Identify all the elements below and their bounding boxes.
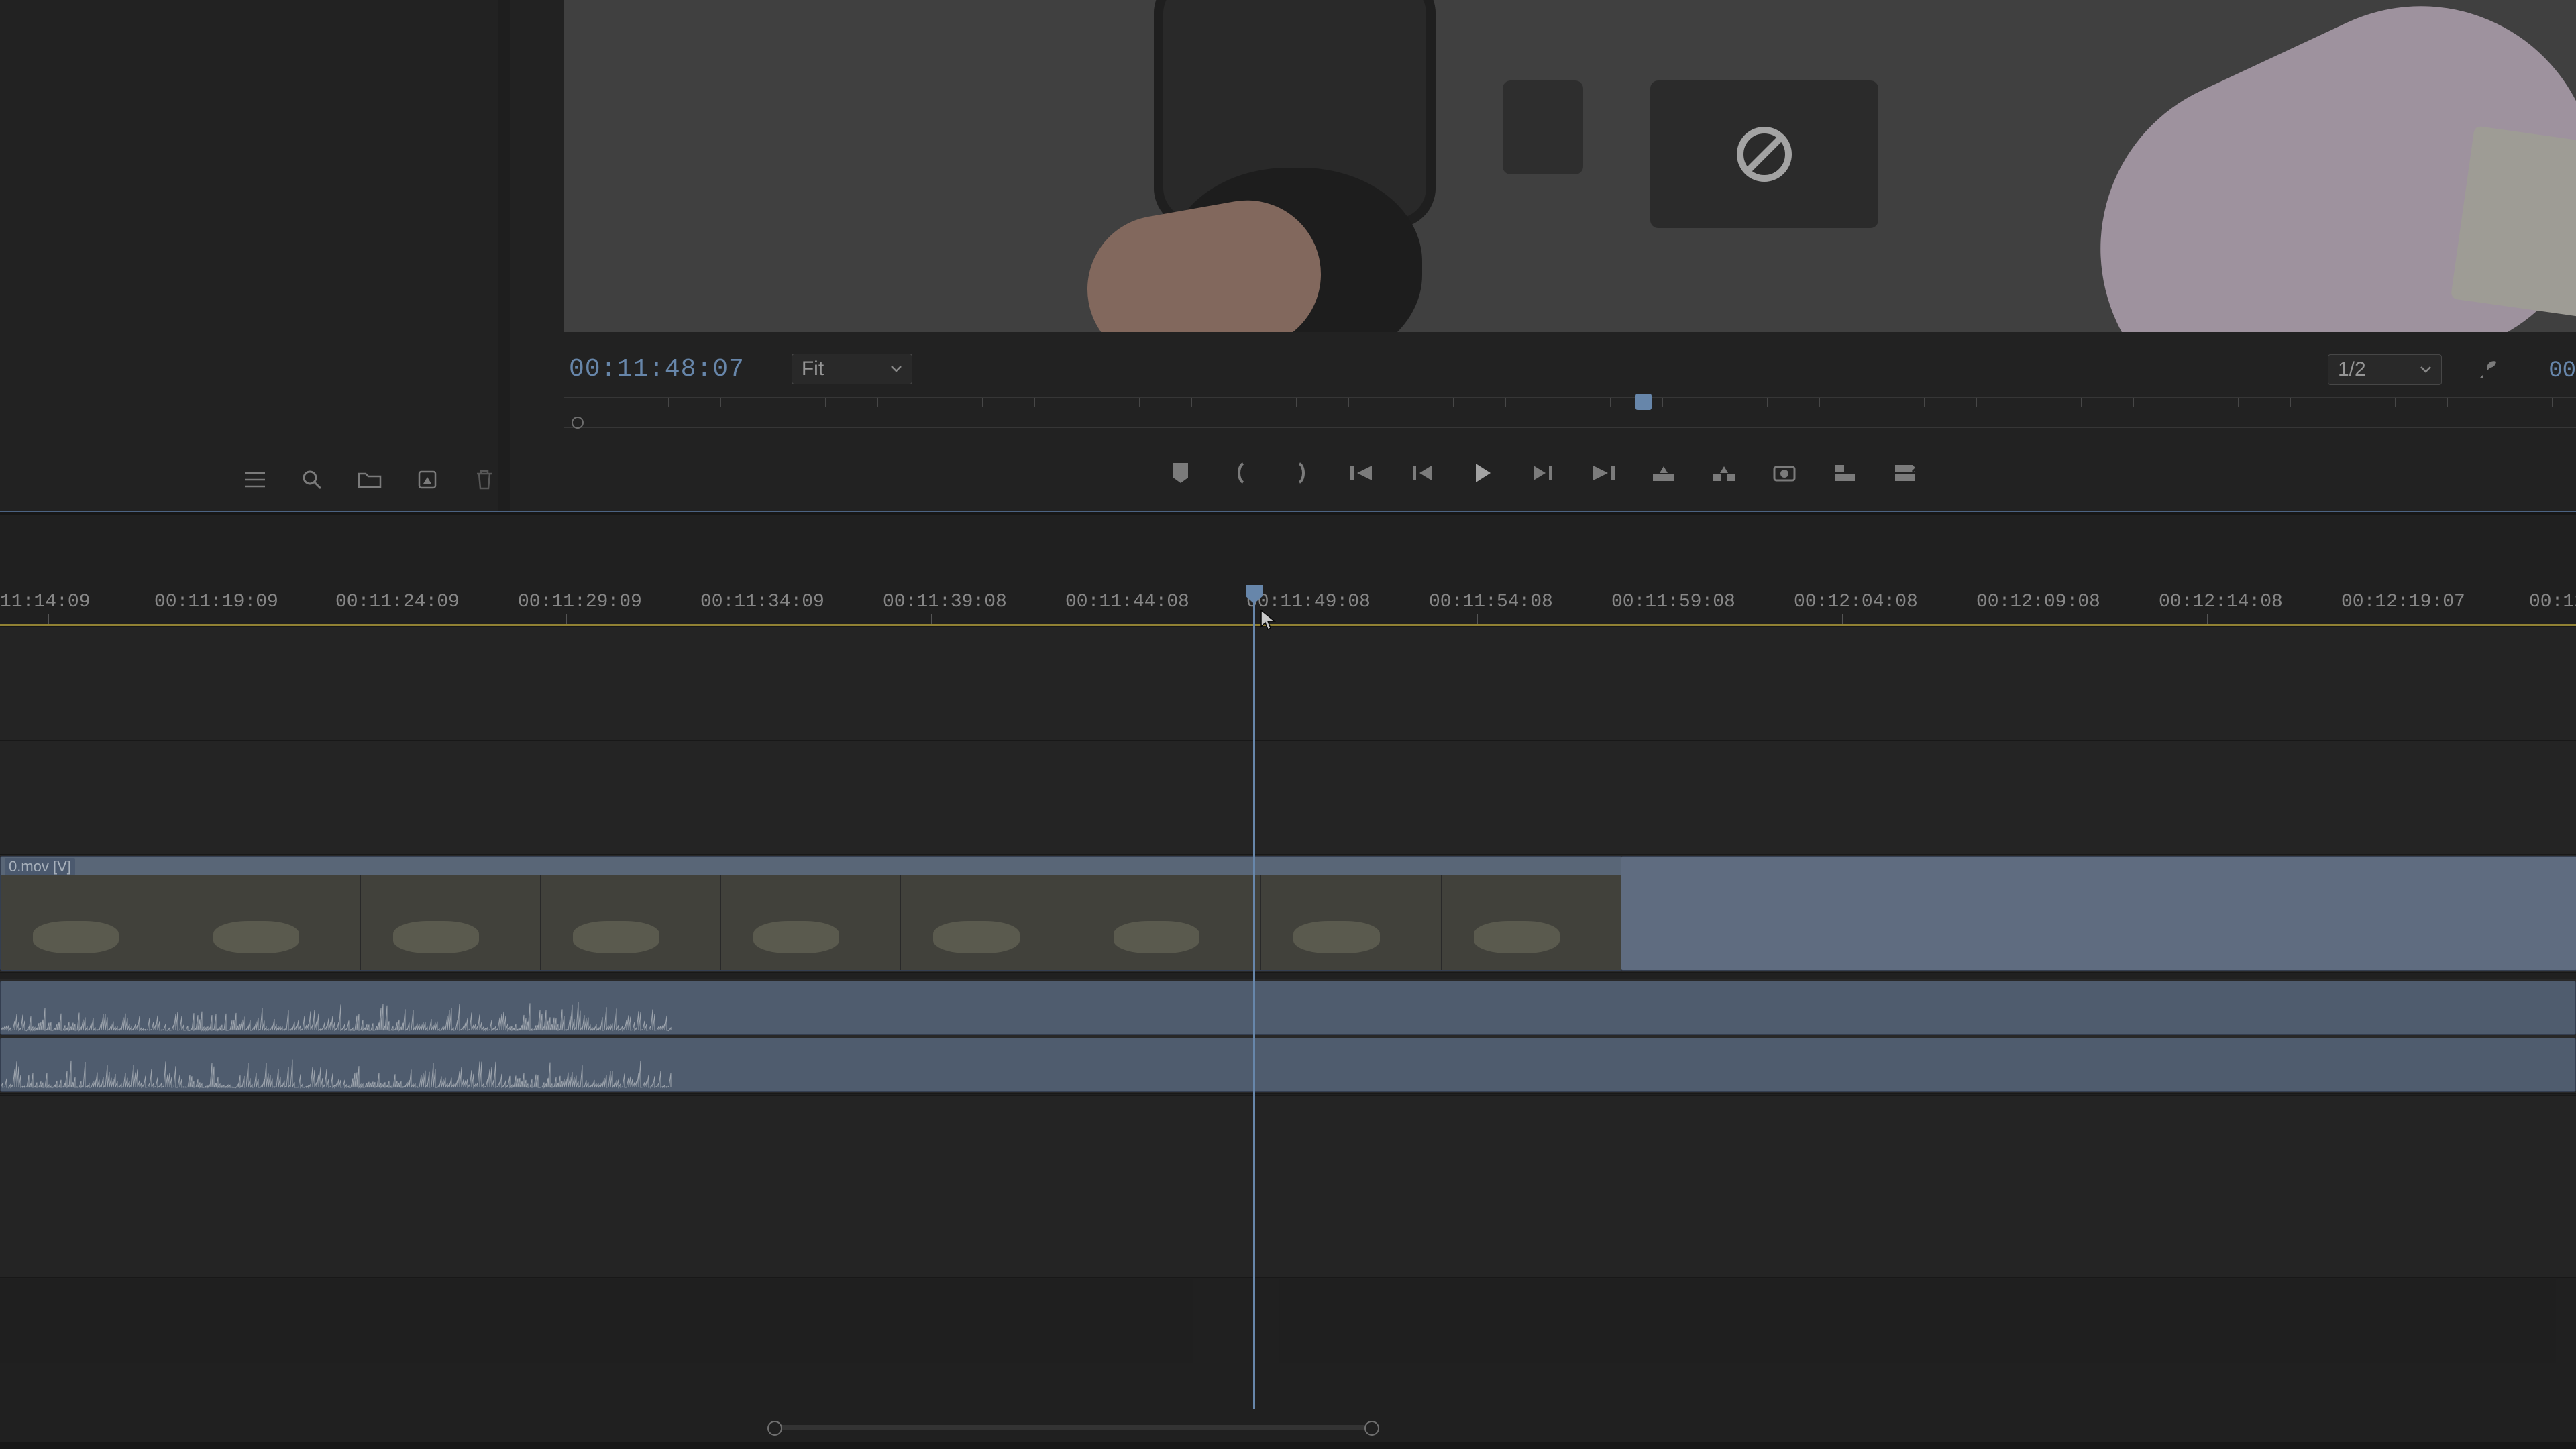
- monitor-info-bar: 00:11:48:07 Fit 1/2 00: [510, 349, 2576, 389]
- video-clip[interactable]: 0.mov [V]: [0, 856, 1622, 971]
- step-back-icon[interactable]: [1409, 460, 1436, 486]
- timeline-zoom-scroll[interactable]: [0, 1415, 2576, 1437]
- ruler-label: 00:11:44:08: [1065, 592, 1189, 612]
- track-area: 0.mov [V]: [0, 626, 2576, 1409]
- resolution-dropdown[interactable]: 1/2: [2328, 354, 2442, 385]
- preview-box: [1503, 80, 1583, 174]
- project-panel-footer: [0, 447, 498, 511]
- monitor-scrubber[interactable]: [564, 397, 2576, 428]
- program-viewer[interactable]: [564, 0, 2576, 332]
- clip-label: 0.mov [V]: [5, 858, 75, 875]
- ruler-label: 00:11:24:09: [335, 592, 460, 612]
- chevron-down-icon: [890, 365, 902, 373]
- waveform: [1, 998, 672, 1032]
- timeline-bottom-border: [0, 1442, 2576, 1449]
- audio-clip-1[interactable]: [0, 981, 2576, 1035]
- ruler-label: 00:11:39:08: [883, 592, 1007, 612]
- video-track-2[interactable]: [0, 740, 2576, 855]
- ruler-label: 00:12:2: [2529, 592, 2576, 612]
- ruler-label: 00:11:54:08: [1429, 592, 1553, 612]
- ruler-label: 11:14:09: [0, 592, 90, 612]
- play-icon[interactable]: [1469, 460, 1496, 486]
- video-clip-next[interactable]: [1621, 856, 2576, 971]
- lift-icon[interactable]: [1650, 460, 1677, 486]
- audio-track-1[interactable]: [0, 979, 2576, 1037]
- ruler-label: 00:12:19:07: [2341, 592, 2465, 612]
- mouse-cursor: [1260, 609, 1276, 631]
- mark-in-icon[interactable]: [1228, 460, 1254, 486]
- time-ruler[interactable]: 11:14:09 00:11:19:09 00:11:24:09 00:11:29:0…: [0, 585, 2576, 626]
- folder-icon[interactable]: [356, 466, 383, 493]
- trash-icon[interactable]: [471, 466, 498, 493]
- resolution-value: 1/2: [2338, 358, 2366, 381]
- ruler-label: 00:12:14:08: [2159, 592, 2283, 612]
- marker-icon[interactable]: [1167, 460, 1194, 486]
- ruler-label: 00:11:59:08: [1611, 592, 1735, 612]
- audio-track-3[interactable]: [0, 1095, 2576, 1278]
- search-icon[interactable]: [299, 466, 326, 493]
- audio-clip-2[interactable]: [0, 1038, 2576, 1092]
- settings-wrench-icon[interactable]: [2475, 356, 2502, 382]
- overwrite-icon[interactable]: [1892, 460, 1919, 486]
- zoom-dropdown[interactable]: Fit: [792, 354, 912, 384]
- transport-controls: [510, 449, 2576, 496]
- ruler-label: 00:12:04:08: [1794, 592, 1918, 612]
- goto-in-icon[interactable]: [1348, 460, 1375, 486]
- insert-icon[interactable]: [1831, 460, 1858, 486]
- list-view-icon[interactable]: [241, 466, 268, 493]
- audio-track-2[interactable]: [0, 1036, 2576, 1094]
- extract-icon[interactable]: [1711, 460, 1737, 486]
- timeline-playhead[interactable]: [1253, 585, 1255, 1409]
- step-forward-icon[interactable]: [1529, 460, 1556, 486]
- preview-pouch: [1650, 80, 1878, 228]
- scrub-playhead[interactable]: [1635, 394, 1652, 410]
- ruler-label: 00:12:09:08: [1976, 592, 2100, 612]
- new-bin-icon[interactable]: [414, 466, 441, 493]
- zoom-bar[interactable]: [773, 1425, 1371, 1430]
- scrub-range-start[interactable]: [572, 417, 584, 429]
- zoom-handle-left[interactable]: [767, 1421, 782, 1436]
- ruler-label: 00:11:19:09: [154, 592, 278, 612]
- ruler-label: 00:11:29:09: [518, 592, 642, 612]
- video-track-3[interactable]: [0, 626, 2576, 741]
- zoom-handle-right[interactable]: [1364, 1421, 1379, 1436]
- goto-out-icon[interactable]: [1590, 460, 1617, 486]
- project-panel: [0, 0, 498, 511]
- mark-out-icon[interactable]: [1288, 460, 1315, 486]
- waveform: [1, 1055, 672, 1089]
- export-frame-icon[interactable]: [1771, 460, 1798, 486]
- timeline-panel: 11:14:09 00:11:19:09 00:11:24:09 00:11:29:0…: [0, 515, 2576, 1449]
- program-monitor: 00:11:48:07 Fit 1/2 00: [510, 0, 2576, 511]
- out-timecode-fragment: 00: [2548, 358, 2576, 384]
- current-timecode[interactable]: 00:11:48:07: [569, 355, 745, 384]
- zoom-value: Fit: [802, 358, 824, 380]
- ruler-label: 00:11:34:09: [700, 592, 824, 612]
- chevron-down-icon: [2420, 366, 2432, 374]
- clip-thumbnails: [1, 875, 1621, 970]
- video-track-1[interactable]: 0.mov [V]: [0, 854, 2576, 973]
